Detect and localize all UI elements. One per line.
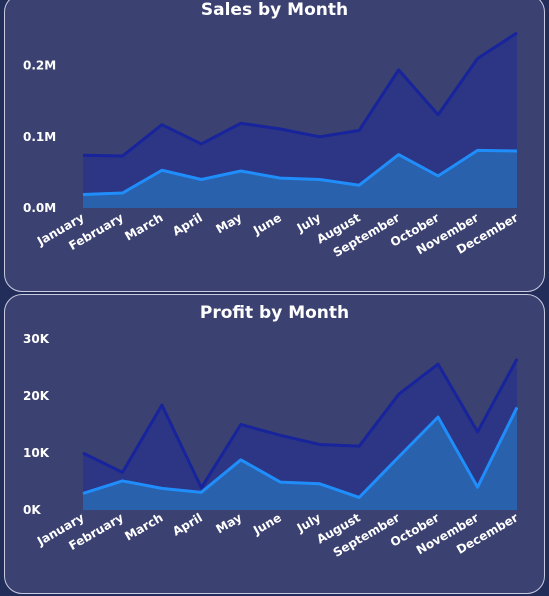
y-tick-label: 20K (23, 389, 50, 403)
sales-area-chart: 0.0M0.1M0.2MJanuaryFebruaryMarch April May… (23, 31, 521, 260)
x-tick-label: April (170, 210, 205, 238)
profit-chart-card: Profit by Month 0K 10K 20K 30K January Februa… (4, 294, 545, 594)
x-tick-label: June (250, 210, 284, 237)
x-tick-label: June (250, 510, 284, 537)
y-tick-label: 0.2M (23, 59, 56, 73)
x-tick-label: May (214, 510, 245, 536)
profit-area-chart: 0K10K20K30KJanuaryFebruaryMarch April May J… (23, 332, 521, 560)
y-tick-label: 0.1M (23, 130, 56, 144)
y-tick-label: 0.0M (23, 201, 56, 215)
y-tick-label: 0K (23, 503, 41, 517)
x-tick-label: May (214, 210, 245, 236)
sales-chart-card: Sales by Month 0.0M 0.1M 0.2M January Februa… (4, 0, 545, 292)
x-tick-label: March (122, 510, 165, 543)
y-tick-label: 30K (23, 332, 50, 346)
y-tick-label: 10K (23, 446, 50, 460)
x-tick-label: March (122, 210, 165, 243)
x-tick-label: April (170, 510, 205, 538)
